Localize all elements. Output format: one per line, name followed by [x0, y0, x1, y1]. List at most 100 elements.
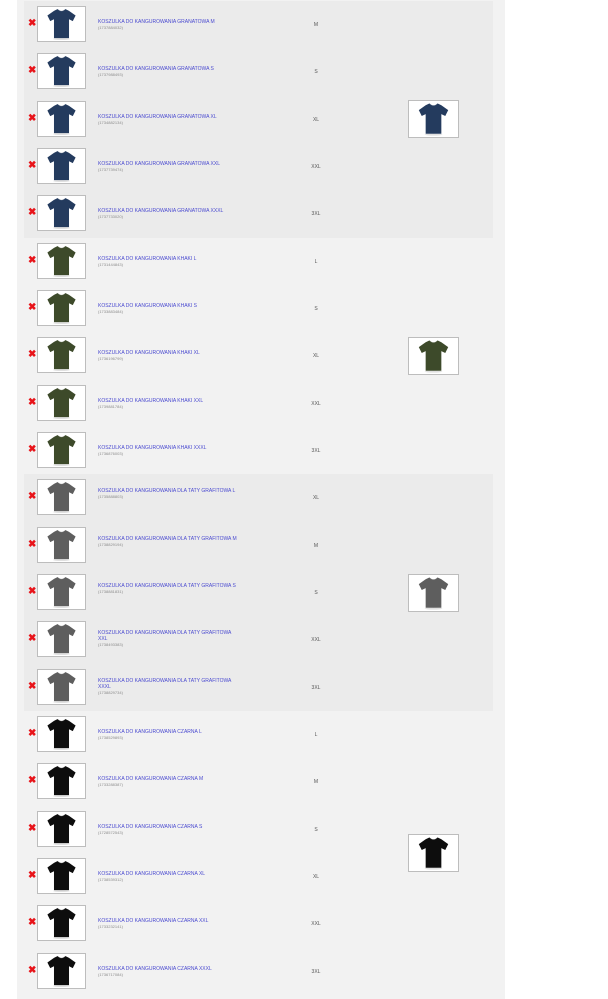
variant-size: M	[313, 22, 319, 28]
tshirt-icon[interactable]	[37, 668, 86, 705]
tshirt-icon[interactable]	[37, 384, 86, 421]
tshirt-icon[interactable]	[37, 147, 86, 184]
variant-code: (1733232141)	[98, 924, 123, 930]
variant-row: ✖ KOSZULKA DO KANGUROWANIA CZARNA XXXL (17…	[24, 948, 493, 995]
remove-icon[interactable]: ✖	[28, 918, 36, 928]
variant-size: 3XL	[311, 211, 321, 218]
remove-icon[interactable]: ✖	[28, 444, 36, 455]
group-tshirt-icon[interactable]	[408, 336, 459, 375]
variant-info: KOSZULKA DO KANGUROWANIA KHAKI L (1731444…	[98, 256, 240, 268]
variant-size: S	[314, 589, 318, 596]
remove-icon[interactable]: ✖	[28, 728, 36, 739]
tshirt-icon[interactable]	[37, 337, 86, 374]
remove-icon[interactable]: ✖	[28, 397, 36, 408]
variant-size: XL	[312, 495, 320, 502]
variant-row: ✖ KOSZULKA DO KANGUROWANIA DLA TATY GRAFI…	[24, 664, 493, 711]
remove-icon[interactable]: ✖	[28, 586, 36, 597]
variant-size: S	[314, 69, 318, 76]
variant-info: KOSZULKA DO KANGUROWANIA CZARNA XXL (1733…	[98, 918, 240, 930]
variant-row: ✖ KOSZULKA DO KANGUROWANIA KHAKI XXL (1739…	[24, 380, 493, 427]
remove-icon[interactable]: ✖	[28, 113, 36, 124]
remove-icon[interactable]: ✖	[28, 302, 36, 313]
variant-info: KOSZULKA DO KANGUROWANIA DLA TATY GRAFIT…	[98, 678, 240, 696]
variant-code: (1737884032)	[98, 25, 123, 30]
variant-code: (1733288387)	[98, 782, 123, 788]
variant-code: (1734882134)	[98, 119, 123, 125]
variant-info: KOSZULKA DO KANGUROWANIA DLA TATY GRAFIT…	[98, 583, 240, 595]
variant-info: KOSZULKA DO KANGUROWANIA KHAKI XL (173619…	[98, 350, 240, 362]
variant-info: KOSZULKA DO KANGUROWANIA GRANATOWA XXXL(…	[98, 208, 240, 220]
remove-icon[interactable]: ✖	[28, 539, 36, 550]
variant-info: KOSZULKA DO KANGUROWANIA CZARNA M (173328…	[98, 776, 240, 788]
group-tshirt-icon[interactable]	[408, 573, 459, 612]
variant-name-link[interactable]: KOSZULKA DO KANGUROWANIA DLA TATY GRAFIT…	[98, 678, 240, 690]
tshirt-icon[interactable]	[37, 573, 86, 610]
variant-code: (1735888803)	[98, 494, 123, 500]
remove-icon[interactable]: ✖	[28, 681, 36, 692]
remove-icon[interactable]: ✖	[28, 776, 36, 786]
remove-icon[interactable]: ✖	[28, 492, 36, 502]
variant-size: M	[313, 779, 319, 786]
tshirt-icon[interactable]	[37, 479, 86, 516]
variant-info: KOSZULKA DO KANGUROWANIA CZARNA S (172857…	[98, 824, 240, 836]
tshirt-icon[interactable]	[37, 857, 86, 894]
variant-code: (1728572543)	[98, 829, 123, 835]
tshirt-icon[interactable]	[37, 6, 86, 42]
variant-size: 3XL	[311, 684, 321, 691]
variant-size: M	[313, 542, 319, 549]
group-tshirt-icon[interactable]	[408, 833, 459, 872]
group-tshirt-icon[interactable]	[408, 100, 459, 139]
tshirt-icon[interactable]	[37, 952, 86, 989]
variant-code: (1737733020)	[98, 214, 123, 220]
variant-name-link[interactable]: KOSZULKA DO KANGUROWANIA DLA TATY GRAFIT…	[98, 630, 240, 642]
variant-info: KOSZULKA DO KANGUROWANIA CZARNA XL (17385…	[98, 871, 240, 883]
tshirt-icon[interactable]	[37, 53, 86, 90]
variant-code: (1736876003)	[98, 450, 123, 456]
tshirt-icon[interactable]	[37, 715, 86, 752]
variant-row: ✖ KOSZULKA DO KANGUROWANIA GRANATOWA S (17…	[24, 48, 493, 95]
variant-size: XXL	[311, 921, 321, 928]
variant-row: ✖ KOSZULKA DO KANGUROWANIA CZARNA XXL (173…	[24, 900, 493, 947]
variant-name-link[interactable]: KOSZULKA DO KANGUROWANIA DLA TATY GRAFIT…	[98, 536, 240, 542]
tshirt-icon[interactable]	[37, 763, 86, 800]
tshirt-icon[interactable]	[37, 526, 86, 563]
variant-size: 3XL	[311, 447, 321, 454]
variant-code: (1731444843)	[98, 261, 123, 267]
remove-icon[interactable]: ✖	[28, 66, 36, 76]
variant-code: (1738529893)	[98, 734, 123, 740]
remove-icon[interactable]: ✖	[28, 208, 36, 218]
tshirt-icon[interactable]	[37, 195, 86, 232]
remove-icon[interactable]: ✖	[28, 965, 36, 976]
remove-icon[interactable]: ✖	[28, 160, 36, 171]
variant-row: ✖ KOSZULKA DO KANGUROWANIA KHAKI XXXL (173…	[24, 427, 493, 474]
remove-icon[interactable]: ✖	[28, 19, 36, 29]
remove-icon[interactable]: ✖	[28, 870, 36, 881]
tshirt-icon[interactable]	[37, 242, 86, 279]
variant-info: KOSZULKA DO KANGUROWANIA KHAKI XXL (17398…	[98, 398, 240, 410]
variant-size: XL	[312, 353, 320, 360]
variant-row: ✖ KOSZULKA DO KANGUROWANIA GRANATOWA M (17…	[24, 1, 493, 48]
variant-row: ✖ KOSZULKA DO KANGUROWANIA DLA TATY GRAFI…	[24, 474, 493, 521]
remove-icon[interactable]: ✖	[28, 634, 36, 644]
variant-info: KOSZULKA DO KANGUROWANIA KHAKI S (1733883…	[98, 303, 240, 315]
tshirt-icon[interactable]	[37, 431, 86, 468]
tshirt-icon[interactable]	[37, 621, 86, 658]
remove-icon[interactable]: ✖	[28, 255, 36, 266]
variant-size: L	[314, 731, 318, 738]
tshirt-icon[interactable]	[37, 905, 86, 942]
variant-code: (1737739474)	[98, 166, 123, 172]
tshirt-icon[interactable]	[37, 289, 86, 326]
remove-icon[interactable]: ✖	[28, 823, 36, 834]
variant-code: (1738829734)	[98, 689, 123, 695]
variant-group-khaki: ✖ KOSZULKA DO KANGUROWANIA KHAKI L (173144…	[24, 237, 493, 475]
variant-size: S	[314, 305, 318, 312]
variant-info: KOSZULKA DO KANGUROWANIA GRANATOWA S (173…	[98, 66, 240, 78]
variant-size: XL	[312, 116, 320, 123]
tshirt-icon[interactable]	[37, 100, 86, 137]
variant-size: L	[314, 258, 318, 265]
tshirt-icon[interactable]	[37, 810, 86, 847]
variant-code: (1736717084)	[98, 971, 123, 977]
variant-group-grafitowa: ✖ KOSZULKA DO KANGUROWANIA DLA TATY GRAFI…	[24, 474, 493, 711]
variant-code: (1738881831)	[98, 588, 123, 594]
remove-icon[interactable]: ✖	[28, 350, 36, 360]
